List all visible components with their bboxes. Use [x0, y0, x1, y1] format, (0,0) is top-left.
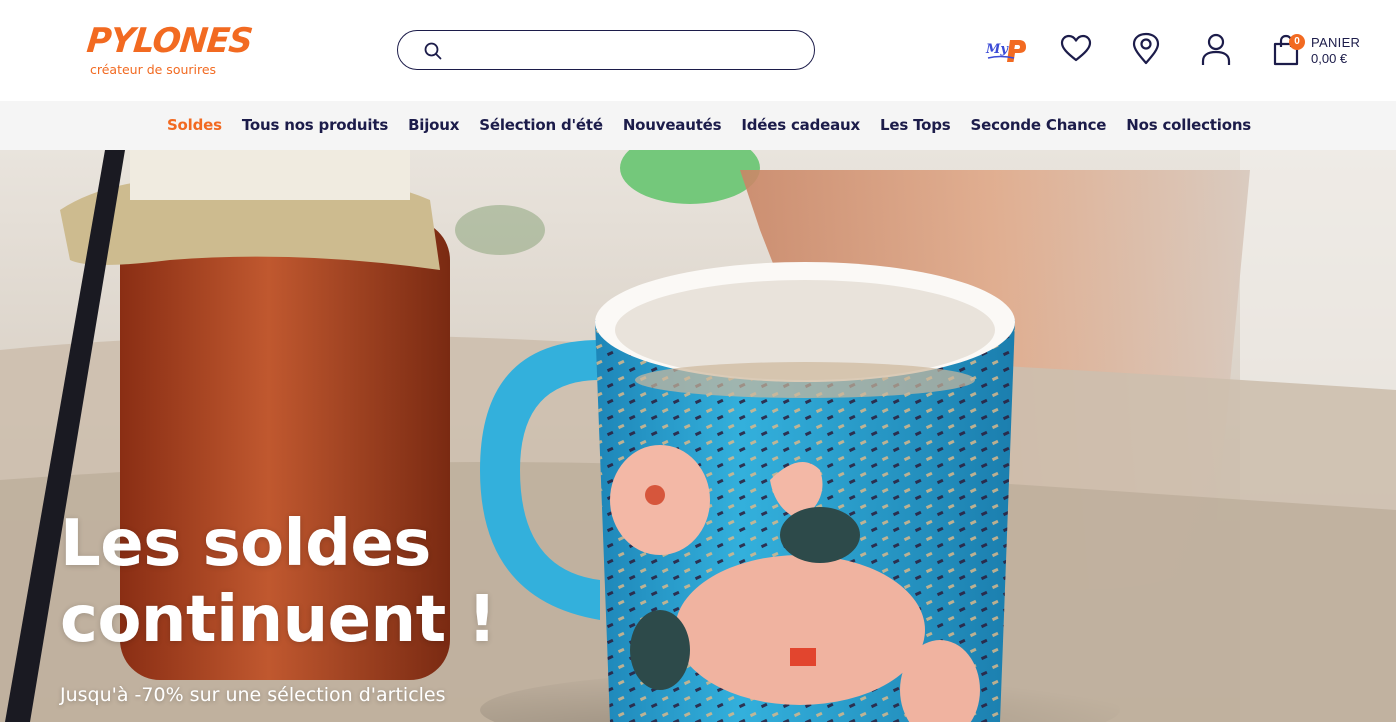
nav-item-selection-ete[interactable]: Sélection d'été	[479, 116, 603, 134]
nav-item-nos-collections[interactable]: Nos collections	[1126, 116, 1251, 134]
site-header: PYLONES créateur de sourires My 0 PANIER…	[0, 0, 1396, 101]
cart-total: 0,00 €	[1311, 51, 1348, 66]
wishlist-heart-icon[interactable]	[1059, 32, 1093, 66]
nav-item-bijoux[interactable]: Bijoux	[408, 116, 459, 134]
nav-item-idees-cadeaux[interactable]: Idées cadeaux	[741, 116, 860, 134]
account-user-icon[interactable]	[1199, 32, 1233, 66]
hero-title: Les soldes continuent !	[60, 507, 497, 657]
cart-button[interactable]: 0 PANIER 0,00 €	[1270, 32, 1370, 72]
search-icon[interactable]	[423, 41, 443, 61]
store-locator-pin-icon[interactable]	[1129, 32, 1163, 66]
pylones-logo[interactable]: PYLONES créateur de sourires	[85, 21, 254, 82]
logo-tagline: créateur de sourires	[90, 62, 217, 77]
hero-subtitle: Jusqu'à -70% sur une sélection d'article…	[60, 684, 446, 706]
hero-banner[interactable]: Les soldes continuent ! Jusqu'à -70% sur…	[0, 150, 1396, 722]
nav-item-nouveautes[interactable]: Nouveautés	[623, 116, 722, 134]
nav-item-tous-nos-produits[interactable]: Tous nos produits	[242, 116, 388, 134]
cart-count-badge: 0	[1289, 34, 1305, 50]
svg-text:My: My	[985, 42, 1009, 57]
nav-item-les-tops[interactable]: Les Tops	[880, 116, 951, 134]
nav-item-soldes[interactable]: Soldes	[167, 116, 222, 134]
main-navigation: Soldes Tous nos produits Bijoux Sélectio…	[0, 101, 1396, 150]
logo-wordmark: PYLONES	[84, 21, 254, 61]
myp-loyalty-icon[interactable]: My	[984, 36, 1030, 64]
search-bar[interactable]	[397, 30, 815, 70]
cart-label: PANIER	[1311, 35, 1361, 50]
search-input[interactable]	[452, 37, 802, 63]
nav-item-seconde-chance[interactable]: Seconde Chance	[971, 116, 1107, 134]
